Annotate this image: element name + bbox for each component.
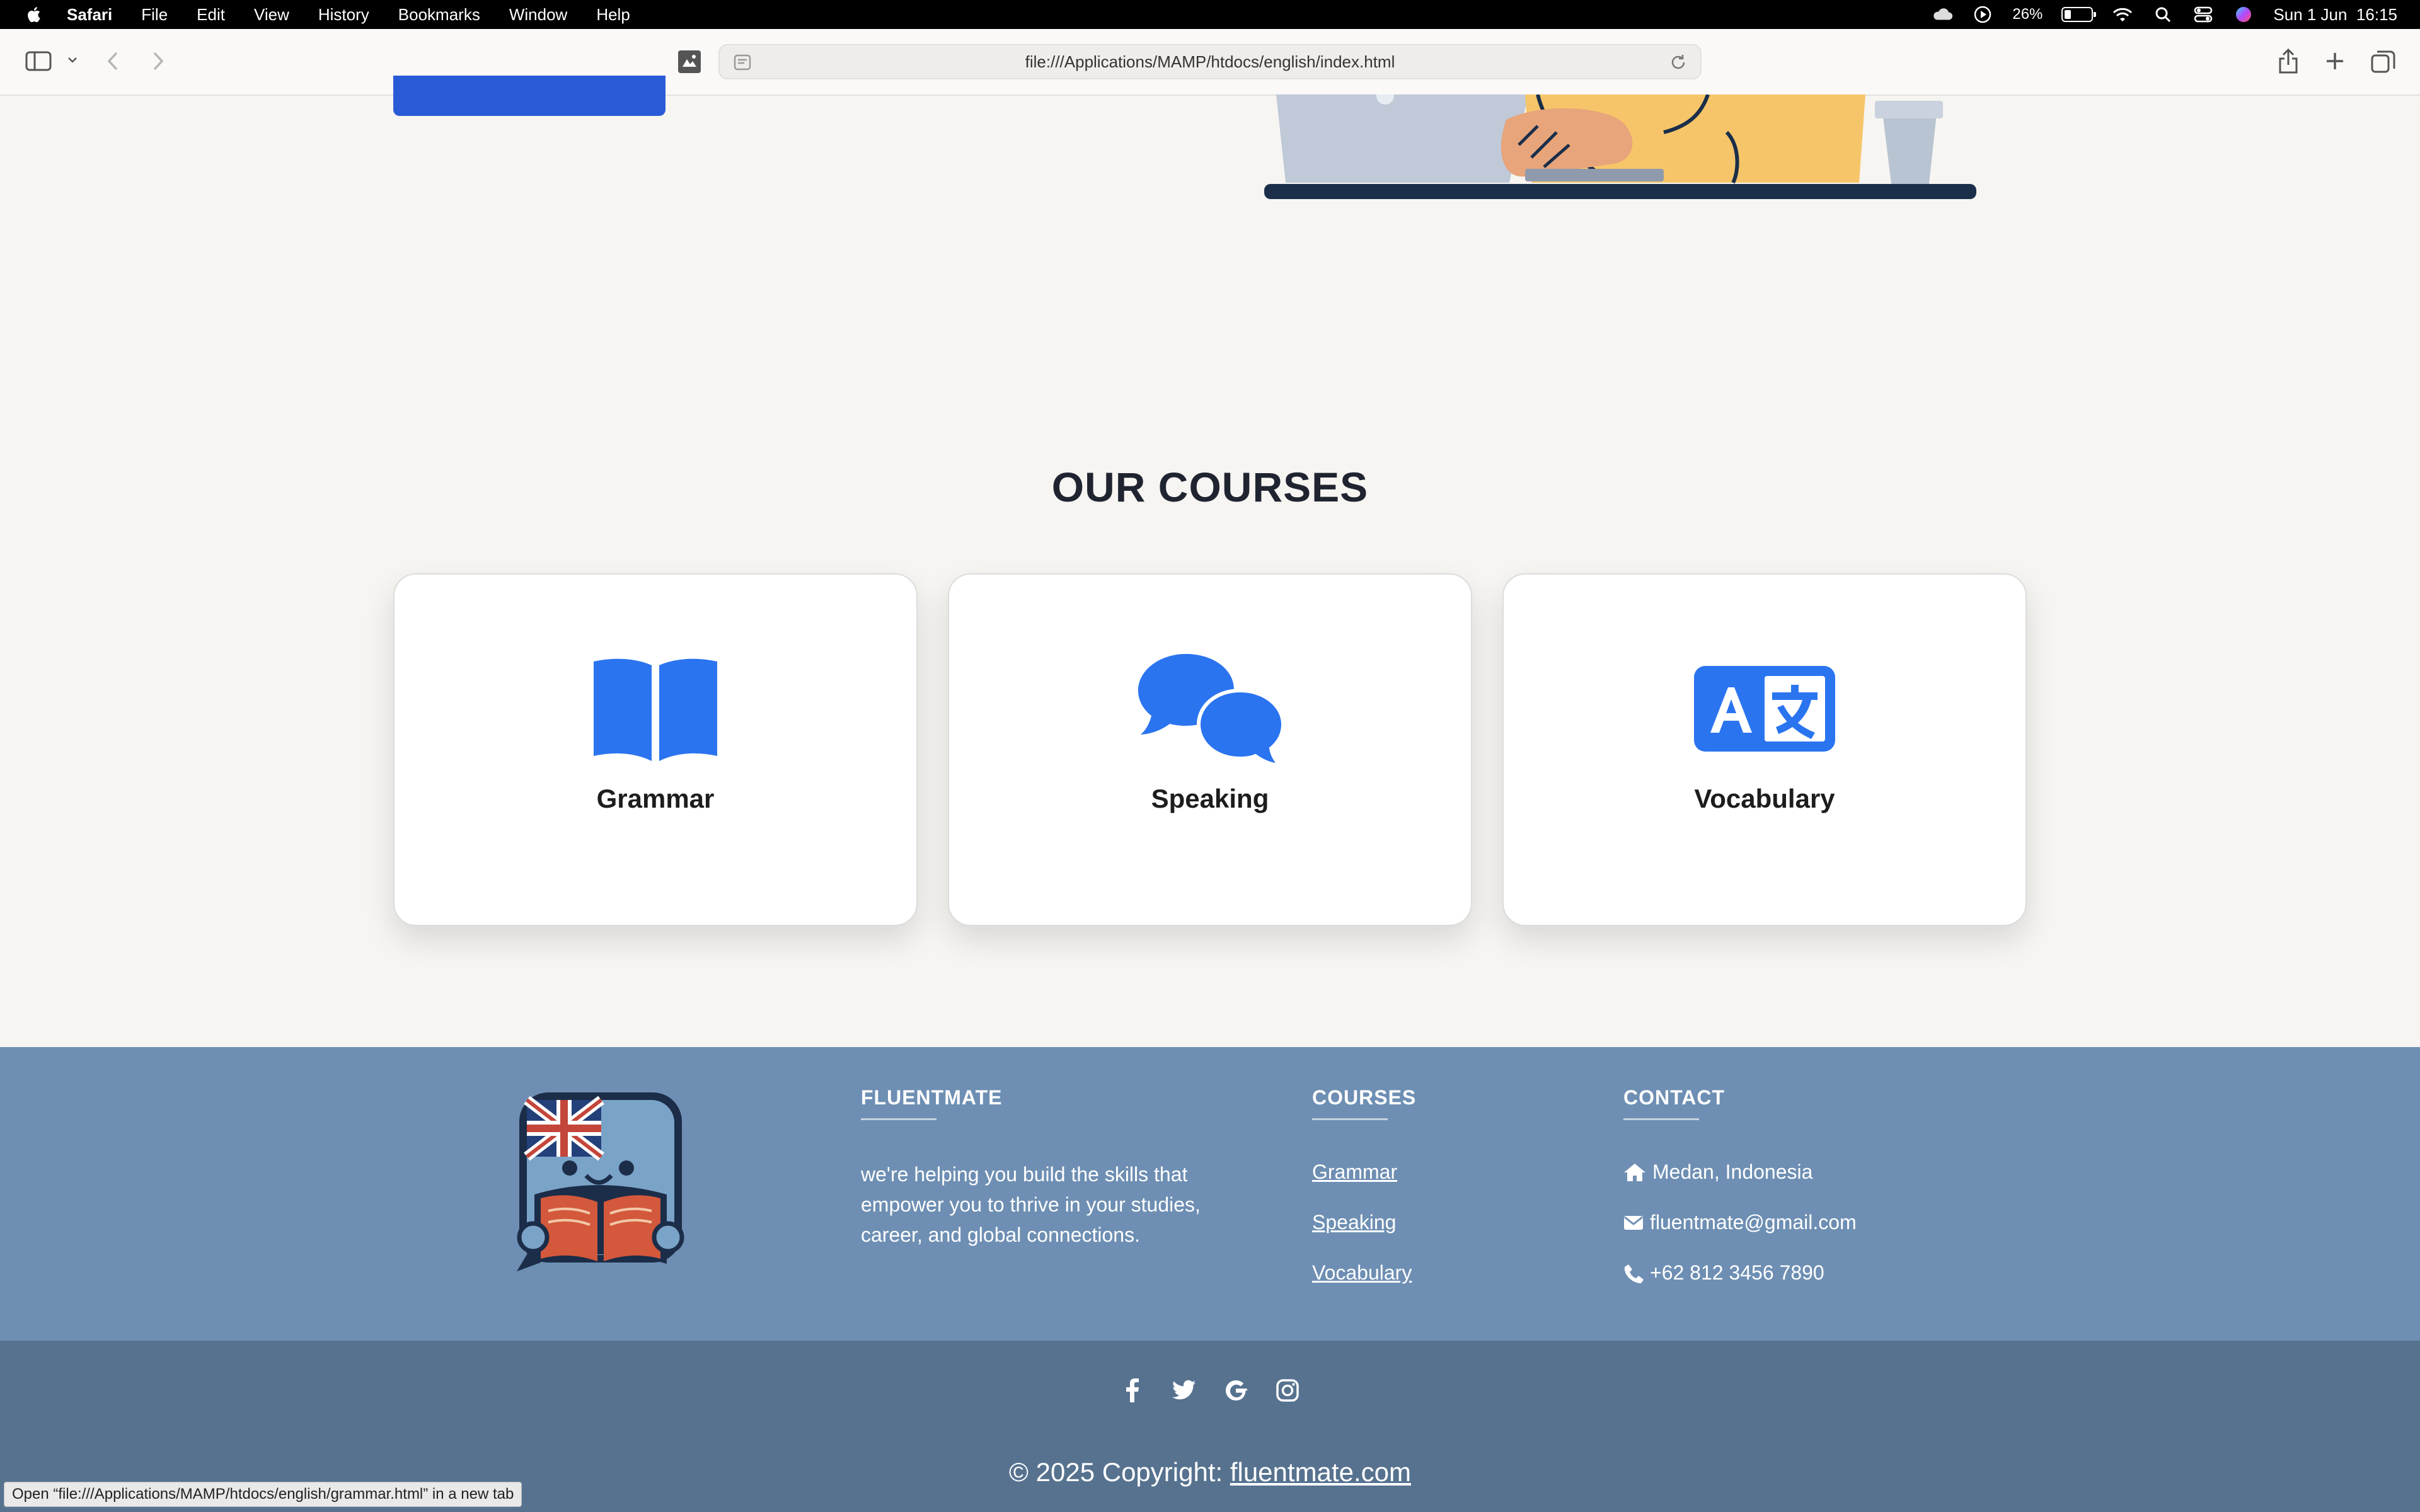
- menu-edit[interactable]: Edit: [197, 5, 225, 25]
- play-icon[interactable]: [1972, 6, 1993, 23]
- comments-icon: [1137, 654, 1283, 766]
- contact-phone: +62 812 3456 7890: [1623, 1261, 1824, 1285]
- menu-bar: Safari File Edit View History Bookmarks …: [0, 0, 2420, 29]
- copyright-text: © 2025 Copyright:: [1009, 1457, 1230, 1487]
- footer-contact-title: CONTACT: [1623, 1086, 1725, 1120]
- language-svg: [1694, 666, 1835, 752]
- contact-phone-text: +62 812 3456 7890: [1650, 1261, 1824, 1284]
- sidebar-toggle-icon[interactable]: [25, 50, 52, 72]
- course-label-grammar[interactable]: Grammar: [597, 784, 715, 814]
- contact-email-text: fluentmate@gmail.com: [1650, 1211, 1857, 1234]
- battery-icon[interactable]: [2061, 7, 2097, 22]
- link-status-bar: Open “file:///Applications/MAMP/htdocs/e…: [4, 1482, 522, 1507]
- copyright-link[interactable]: fluentmate.com: [1230, 1457, 1411, 1487]
- site-favicon-icon[interactable]: [677, 49, 702, 74]
- spotlight-search-icon[interactable]: [2152, 6, 2174, 23]
- battery-level: [2065, 10, 2071, 19]
- comments-svg: [1138, 654, 1283, 766]
- twitter-icon[interactable]: [1172, 1378, 1196, 1402]
- mascot-logo: [517, 1092, 684, 1271]
- menu-history[interactable]: History: [318, 5, 369, 25]
- book-open-svg: [594, 658, 717, 761]
- course-label-speaking[interactable]: Speaking: [1151, 784, 1269, 814]
- footer-link-vocabulary[interactable]: Vocabulary: [1312, 1261, 1412, 1285]
- footer-courses-title: COURSES: [1312, 1086, 1416, 1120]
- course-label-vocabulary[interactable]: Vocabulary: [1694, 784, 1835, 814]
- new-tab-icon[interactable]: [2324, 50, 2346, 72]
- menu-app-safari[interactable]: Safari: [67, 5, 112, 25]
- chevron-down-icon[interactable]: [67, 55, 78, 64]
- menu-bookmarks[interactable]: Bookmarks: [398, 5, 480, 25]
- battery-percent: 26%: [2012, 6, 2043, 23]
- footer-brand-title: FLUENTMATE: [861, 1086, 1002, 1120]
- page-menu-icon[interactable]: [734, 54, 751, 75]
- wifi-icon[interactable]: [2112, 6, 2133, 23]
- menu-window[interactable]: Window: [509, 5, 567, 25]
- clock[interactable]: Sun 1 Jun 16:15: [2273, 5, 2397, 25]
- contact-address-text: Medan, Indonesia: [1652, 1160, 1813, 1183]
- facebook-icon[interactable]: [1121, 1378, 1144, 1402]
- book-open-icon: [589, 655, 722, 762]
- tab-overview-icon[interactable]: [2371, 49, 2396, 73]
- footer-brand-description: we're helping you build the skills that …: [861, 1163, 1201, 1246]
- contact-email: fluentmate@gmail.com: [1623, 1211, 1857, 1234]
- language-icon: [1693, 655, 1836, 762]
- footer-main: FLUENTMATE we're helping you build the s…: [0, 1047, 2420, 1341]
- google-icon[interactable]: [1224, 1378, 1248, 1402]
- browser-toolbar: file:///Applications/MAMP/htdocs/english…: [0, 29, 2420, 96]
- footer-link-grammar[interactable]: Grammar: [1312, 1160, 1397, 1184]
- share-icon[interactable]: [2278, 48, 2299, 74]
- apple-icon[interactable]: [25, 5, 44, 24]
- social-links: [0, 1378, 2420, 1402]
- home-icon: [1624, 1163, 1645, 1181]
- menu-help[interactable]: Help: [596, 5, 630, 25]
- contact-address: Medan, Indonesia: [1623, 1160, 1812, 1184]
- footer-link-speaking[interactable]: Speaking: [1312, 1211, 1396, 1234]
- icloud-icon[interactable]: [1932, 6, 1953, 23]
- courses-section-title: OUR COURSES: [1051, 464, 1369, 510]
- course-card-vocabulary[interactable]: Vocabulary: [1502, 573, 2027, 926]
- reload-icon[interactable]: [1669, 53, 1688, 76]
- phone-icon: [1624, 1264, 1644, 1283]
- instagram-icon[interactable]: [1276, 1378, 1299, 1402]
- hero-illustration: [1264, 94, 1976, 199]
- back-icon[interactable]: [106, 50, 121, 72]
- envelope-icon: [1624, 1215, 1643, 1230]
- course-card-grammar[interactable]: Grammar: [393, 573, 918, 926]
- course-card-speaking[interactable]: Speaking: [948, 573, 1472, 926]
- address-bar[interactable]: file:///Applications/MAMP/htdocs/english…: [718, 44, 1702, 79]
- hero-cta-button[interactable]: [393, 76, 666, 116]
- url-text[interactable]: file:///Applications/MAMP/htdocs/english…: [1025, 52, 1395, 72]
- menu-file[interactable]: File: [141, 5, 168, 25]
- siri-icon[interactable]: [2233, 6, 2254, 23]
- menu-view[interactable]: View: [254, 5, 289, 25]
- control-center-icon[interactable]: [2192, 6, 2214, 23]
- forward-icon[interactable]: [150, 50, 165, 72]
